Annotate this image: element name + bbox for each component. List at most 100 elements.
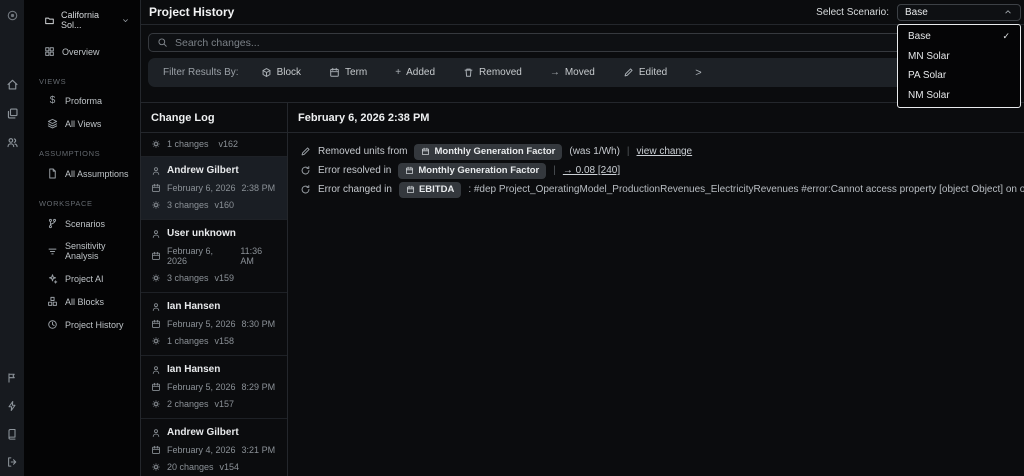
scenario-option-nm-solar[interactable]: NM Solar xyxy=(898,86,1020,106)
page-title: Project History xyxy=(149,5,235,19)
filter-block[interactable]: Block xyxy=(261,67,301,78)
filter-added[interactable]: + Added xyxy=(395,67,435,78)
changes-count: 1 changes xyxy=(167,336,209,346)
change-log-entry[interactable]: Ian Hansen February 5, 2026 8:29 PM 2 cha… xyxy=(141,356,287,419)
change-row: Error changed in EBITDA : #dep Project_O… xyxy=(288,180,1024,199)
logout-icon[interactable] xyxy=(6,456,18,468)
sidebar-item-project-ai[interactable]: Project AI xyxy=(24,267,140,290)
change-log-entry[interactable]: User unknown February 6, 2026 11:36 AM 3 … xyxy=(141,220,287,293)
person-icon xyxy=(151,166,161,176)
stack-icon xyxy=(47,118,58,129)
filter-removed[interactable]: Removed xyxy=(463,67,522,78)
sparkle-icon xyxy=(47,273,58,284)
docs-book-icon[interactable] xyxy=(6,428,18,440)
view-change-link[interactable]: view change xyxy=(637,146,693,157)
commit-icon xyxy=(151,462,161,472)
calendar-icon xyxy=(151,183,161,193)
folder-icon xyxy=(44,15,55,26)
check-icon: ✓ xyxy=(1002,31,1010,42)
block-chip[interactable]: EBITDA xyxy=(398,181,462,198)
cycle-icon xyxy=(300,184,311,195)
filter-label: Block xyxy=(276,67,302,78)
sidebar-item-label: Sensitivity Analysis xyxy=(65,241,106,261)
version-label: v162 xyxy=(218,139,239,149)
entry-time: 8:30 PM xyxy=(241,319,276,329)
person-icon xyxy=(151,365,161,375)
entry-time: 11:36 AM xyxy=(240,246,263,266)
activity-zap-icon[interactable] xyxy=(6,400,18,412)
scenario-option-base[interactable]: Base ✓ xyxy=(898,27,1020,47)
sidebar-item-label: All Assumptions xyxy=(65,168,129,179)
person-icon xyxy=(151,428,161,438)
calendar-icon xyxy=(406,185,415,194)
search-icon xyxy=(157,37,168,48)
change-log-list: 1 changes v162 Andrew Gilbert February 6… xyxy=(141,133,287,476)
change-log-entry[interactable]: Ian Hansen February 5, 2026 8:30 PM 1 cha… xyxy=(141,293,287,356)
search-bar[interactable] xyxy=(148,33,1016,52)
sidebar-item-all-views[interactable]: All Views xyxy=(24,112,140,135)
scenario-option-label: PA Solar xyxy=(908,70,947,82)
divider: | xyxy=(553,165,556,176)
sidebar-item-all-assumptions[interactable]: All Assumptions xyxy=(24,162,140,185)
change-log-entry[interactable]: Andrew Gilbert February 4, 2026 3:21 PM 2… xyxy=(141,419,287,476)
entry-time: 2:38 PM xyxy=(241,183,276,193)
main-panels: Change Log 1 changes v162 Andrew Gilbert… xyxy=(141,102,1024,476)
scenario-dropdown-value: Base xyxy=(905,6,928,18)
section-label-assumptions: ASSUMPTIONS xyxy=(39,149,101,158)
block-chip[interactable]: Monthly Generation Factor xyxy=(414,143,563,160)
chevron-right-icon[interactable]: > xyxy=(695,67,701,79)
scenario-option-label: NM Solar xyxy=(908,89,950,101)
block-chip[interactable]: Monthly Generation Factor xyxy=(398,162,547,179)
commit-icon xyxy=(151,139,161,149)
value-change-link[interactable]: → 0.08 [240] xyxy=(563,165,620,176)
scenario-dropdown-button[interactable]: Base xyxy=(897,3,1021,21)
branch-icon xyxy=(47,218,58,229)
sidebar-item-proforma[interactable]: $ Proforma xyxy=(24,90,140,112)
project-selector[interactable]: California Sol... xyxy=(24,0,140,30)
sidebar-item-all-blocks[interactable]: All Blocks xyxy=(24,290,140,313)
sidebar-item-overview[interactable]: Overview xyxy=(24,40,140,63)
changes-count: 20 changes xyxy=(167,462,214,472)
scenario-option-mn-solar[interactable]: MN Solar xyxy=(898,47,1020,67)
entry-date: February 5, 2026 xyxy=(167,319,236,329)
changes-count: 3 changes xyxy=(167,273,209,283)
entry-date: February 5, 2026 xyxy=(167,382,236,392)
filter-term[interactable]: Term xyxy=(329,67,367,78)
block-chip-label: Monthly Generation Factor xyxy=(434,146,556,157)
projects-icon[interactable] xyxy=(6,107,19,120)
change-log-entry-partial[interactable]: 1 changes v162 xyxy=(141,133,287,157)
sidebar-item-sensitivity-analysis[interactable]: Sensitivity Analysis xyxy=(24,235,140,267)
search-input[interactable] xyxy=(175,36,1007,49)
feedback-flag-icon[interactable] xyxy=(6,372,18,384)
sidebar-item-project-history[interactable]: Project History xyxy=(24,313,140,336)
person-icon xyxy=(151,229,161,239)
filter-bar: Filter Results By: Block Term + Added Re… xyxy=(148,58,1016,87)
dollar-icon: $ xyxy=(49,95,56,106)
filter-label: Edited xyxy=(638,67,668,78)
calendar-icon xyxy=(151,251,161,261)
change-detail-panel: February 6, 2026 2:38 PM Removed units f… xyxy=(288,103,1024,476)
filter-edited[interactable]: Edited xyxy=(623,67,667,78)
commit-icon xyxy=(151,336,161,346)
filter-label: Removed xyxy=(479,67,522,78)
detail-rows: Removed units from Monthly Generation Fa… xyxy=(288,133,1024,199)
scenario-option-label: Base xyxy=(908,31,931,43)
sidebar-item-label: Overview xyxy=(62,46,100,57)
calendar-icon xyxy=(151,445,161,455)
project-name: California Sol... xyxy=(61,10,100,30)
error-message: : #dep Project_OperatingModel_Production… xyxy=(468,184,1024,195)
pencil-icon xyxy=(623,67,634,78)
users-icon[interactable] xyxy=(6,136,19,149)
author-name: Ian Hansen xyxy=(167,364,221,375)
commit-icon xyxy=(151,200,161,210)
filter-moved[interactable]: → Moved xyxy=(550,67,595,78)
chevron-down-icon xyxy=(121,16,130,25)
author-name: Andrew Gilbert xyxy=(167,165,239,176)
sidebar-item-scenarios[interactable]: Scenarios xyxy=(24,212,140,235)
scenario-option-pa-solar[interactable]: PA Solar xyxy=(898,66,1020,86)
change-log-entry[interactable]: Andrew Gilbert February 6, 2026 2:38 PM 3… xyxy=(141,157,287,220)
home-icon[interactable] xyxy=(6,78,19,91)
entry-date: February 4, 2026 xyxy=(167,445,236,455)
sidebar-item-label: All Blocks xyxy=(65,296,105,307)
funnel-icon xyxy=(47,246,58,257)
